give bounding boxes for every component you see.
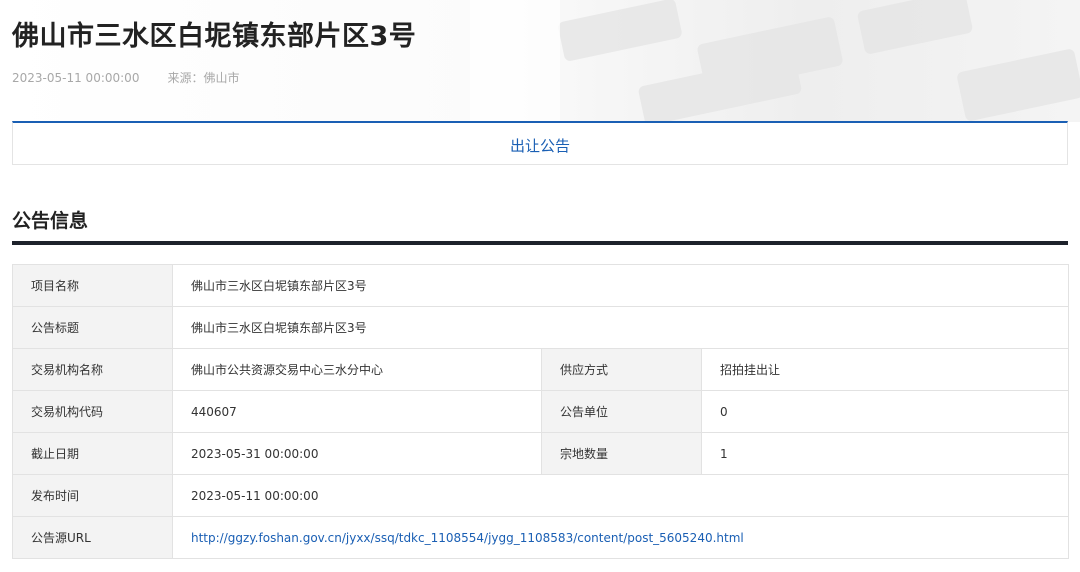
section-title: 公告信息 <box>12 210 89 232</box>
source-url-link[interactable]: http://ggzy.foshan.gov.cn/jyxx/ssq/tdkc_… <box>191 531 744 545</box>
parcel-count-label: 宗地数量 <box>541 432 702 475</box>
info-table: 项目名称 佛山市三水区白坭镇东部片区3号 公告标题 佛山市三水区白坭镇东部片区3… <box>12 264 1070 559</box>
agency-name-label: 交易机构名称 <box>12 348 173 391</box>
parcel-count-value: 1 <box>700 432 1070 475</box>
notice-unit-label: 公告单位 <box>541 390 702 433</box>
table-row: 交易机构名称 佛山市公共资源交易中心三水分中心 供应方式 招拍挂出让 <box>12 348 1070 391</box>
publish-date: 2023-05-11 00:00:00 <box>12 71 140 85</box>
agency-code-value: 440607 <box>172 390 542 433</box>
table-row: 公告标题 佛山市三水区白坭镇东部片区3号 <box>12 306 1070 349</box>
publish-time-label: 发布时间 <box>12 474 173 517</box>
source-url-label: 公告源URL <box>12 516 173 559</box>
project-name-value: 佛山市三水区白坭镇东部片区3号 <box>171 264 1070 307</box>
tab-bar: 出让公告 <box>12 121 1068 165</box>
table-row: 截止日期 2023-05-31 00:00:00 宗地数量 1 <box>12 432 1070 475</box>
agency-name-value: 佛山市公共资源交易中心三水分中心 <box>172 348 542 391</box>
source-text: 来源：佛山市 <box>167 71 240 85</box>
page-header: 佛山市三水区白坭镇东部片区3号 2023-05-11 00:00:00 来源：佛山… <box>0 0 1080 122</box>
notice-unit-value: 0 <box>700 390 1070 433</box>
notice-title-value: 佛山市三水区白坭镇东部片区3号 <box>171 306 1070 349</box>
table-row: 项目名称 佛山市三水区白坭镇东部片区3号 <box>12 264 1070 307</box>
supply-method-label: 供应方式 <box>541 348 702 391</box>
table-row: 发布时间 2023-05-11 00:00:00 <box>12 474 1070 517</box>
table-row: 公告源URL http://ggzy.foshan.gov.cn/jyxx/ss… <box>12 516 1070 559</box>
notice-title-label: 公告标题 <box>12 306 173 349</box>
publish-time-value: 2023-05-11 00:00:00 <box>171 474 1070 517</box>
project-name-label: 项目名称 <box>12 264 173 307</box>
deadline-value: 2023-05-31 00:00:00 <box>172 432 542 475</box>
agency-code-label: 交易机构代码 <box>12 390 173 433</box>
meta-line: 2023-05-11 00:00:00 来源：佛山市 <box>12 69 239 86</box>
tab-transfer-notice[interactable]: 出让公告 <box>510 135 570 156</box>
source-url-cell: http://ggzy.foshan.gov.cn/jyxx/ssq/tdkc_… <box>171 516 1070 559</box>
deadline-label: 截止日期 <box>12 432 173 475</box>
section-divider <box>12 241 1068 245</box>
supply-method-value: 招拍挂出让 <box>700 348 1070 391</box>
page-title: 佛山市三水区白坭镇东部片区3号 <box>12 21 417 52</box>
table-row: 交易机构代码 440607 公告单位 0 <box>12 390 1070 433</box>
